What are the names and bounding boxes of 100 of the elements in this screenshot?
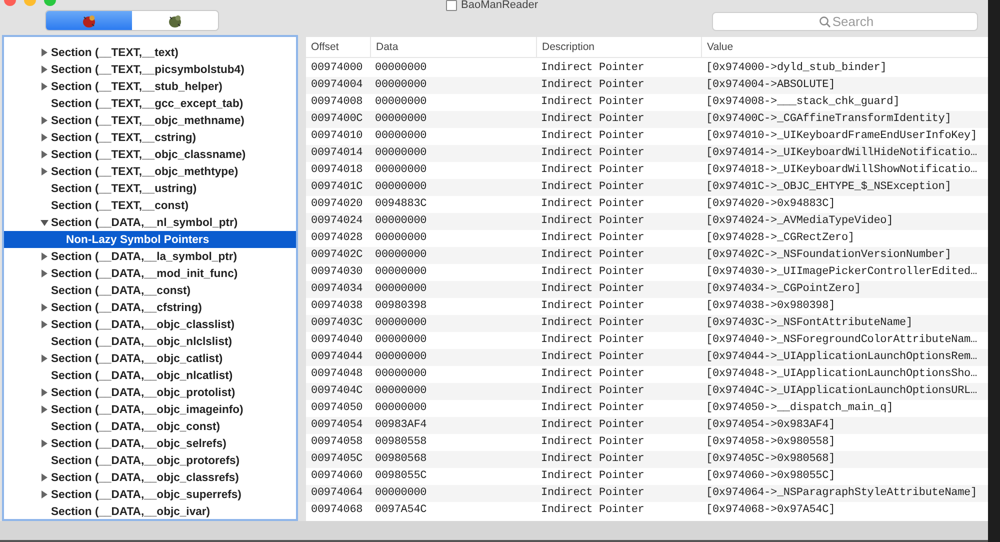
collapsed-triangle-icon[interactable] xyxy=(40,473,49,482)
table-cell-text: 00000000 xyxy=(374,61,428,76)
table-cell-text: 00980398 xyxy=(374,299,428,314)
table-cell-text: [0x974060->0x98055C] xyxy=(705,469,836,484)
tree-item[interactable]: Section (__TEXT,__text) xyxy=(51,46,178,58)
tree-item[interactable]: Section (__DATA,__objc_ivar) xyxy=(51,506,210,518)
tree-item[interactable]: Section (__TEXT,__stub_helper) xyxy=(51,80,222,92)
collapsed-triangle-icon[interactable] xyxy=(40,252,49,261)
tree-item[interactable]: Section (__DATA,__objc_protorefs) xyxy=(51,454,240,466)
table-cell-text: 00000000 xyxy=(374,265,428,280)
tree-item[interactable]: Section (__DATA,__mod_init_func) xyxy=(51,268,238,280)
collapsed-triangle-icon[interactable] xyxy=(40,303,49,312)
segment-tab[interactable] xyxy=(46,11,132,30)
tree-item[interactable]: Section (__DATA,__objc_classlist) xyxy=(51,318,235,330)
tree-item[interactable]: Section (__DATA,__objc_nlclslist) xyxy=(51,336,232,348)
collapsed-triangle-icon[interactable] xyxy=(40,167,49,176)
tree-item[interactable]: Section (__DATA,__objc_superrefs) xyxy=(51,488,242,500)
table-cell-text: [0x974018->_UIKeyboardWillShowNotificatio… xyxy=(705,163,978,178)
table-cell-text: 00974038 xyxy=(310,299,364,314)
table-cell: 0097402C xyxy=(306,247,370,264)
collapsed-triangle-icon[interactable] xyxy=(40,65,49,74)
column-header[interactable]: Description xyxy=(536,37,701,58)
collapsed-triangle-icon[interactable] xyxy=(40,82,49,91)
tree-item[interactable]: Section (__TEXT,__picsymbolstub4) xyxy=(51,64,244,76)
table-cell-text: 00974048 xyxy=(310,367,364,382)
collapsed-triangle-icon[interactable] xyxy=(40,150,49,159)
tree-item[interactable]: Section (__TEXT,__objc_methname) xyxy=(51,114,244,126)
tree-item[interactable]: Section (__DATA,__la_symbol_ptr) xyxy=(51,250,238,262)
table-cell-text: Indirect Pointer xyxy=(540,129,646,144)
table-cell: 00000000 xyxy=(370,247,536,264)
table-cell-text: Indirect Pointer xyxy=(540,265,646,280)
table-cell: 00974004 xyxy=(306,77,370,94)
table-cell-text: 00980558 xyxy=(374,435,428,450)
table-cell-text: [0x974040->_NSForegroundColorAttributeNam… xyxy=(705,333,978,348)
table-cell-text: 0098055C xyxy=(374,469,428,484)
column-header[interactable]: Value xyxy=(701,37,988,58)
table-cell-text: 00000000 xyxy=(374,231,428,246)
tree-item[interactable]: Section (__TEXT,__gcc_except_tab) xyxy=(51,98,244,110)
collapsed-triangle-icon[interactable] xyxy=(40,320,49,329)
tree-item[interactable]: Section (__TEXT,__objc_methtype) xyxy=(51,166,238,178)
collapsed-triangle-icon[interactable] xyxy=(40,116,49,125)
collapsed-triangle-icon[interactable] xyxy=(40,48,49,57)
table-cell-text: 00974068 xyxy=(310,503,364,518)
table-cell: Indirect Pointer xyxy=(536,145,701,162)
expanded-triangle-icon[interactable] xyxy=(40,218,49,227)
collapsed-triangle-icon[interactable] xyxy=(40,388,49,397)
table-cell-text: 00000000 xyxy=(374,333,428,348)
tree-item[interactable]: Section (__TEXT,__cstring) xyxy=(51,132,196,144)
column-header[interactable]: Data xyxy=(370,37,536,58)
table-cell-text: [0x974050->__dispatch_main_q] xyxy=(705,401,894,416)
table-cell: Indirect Pointer xyxy=(536,383,701,400)
table-cell-text: [0x974010->_UIKeyboardFrameEndUserInfoKey] xyxy=(705,129,978,144)
table-cell: 00000000 xyxy=(370,349,536,366)
tree-item[interactable]: Section (__DATA,__objc_classrefs) xyxy=(51,472,239,484)
table-cell-text: 00000000 xyxy=(374,401,428,416)
tree-item[interactable]: Section (__TEXT,__objc_classname) xyxy=(51,148,246,160)
table-cell-text: [0x974030->_UIImagePickerControllerEdited… xyxy=(705,265,978,280)
table-cell: Indirect Pointer xyxy=(536,247,701,264)
table-cell: 0097401C xyxy=(306,179,370,196)
segment-tab[interactable] xyxy=(132,11,218,30)
tree-item[interactable]: Section (__DATA,__objc_catlist) xyxy=(51,352,223,364)
collapsed-triangle-icon[interactable] xyxy=(40,354,49,363)
tree-item[interactable]: Section (__DATA,__objc_protolist) xyxy=(51,386,236,398)
table-cell: [0x97403C->_NSFontAttributeName] xyxy=(701,315,988,332)
table-cell-text: 00974050 xyxy=(310,401,364,416)
table-cell: [0x97400C->_CGAffineTransformIdentity] xyxy=(701,111,988,128)
table-cell-text: Indirect Pointer xyxy=(540,163,646,178)
tree-item[interactable]: Section (__TEXT,__ustring) xyxy=(51,182,197,194)
tree-item[interactable]: Section (__DATA,__const) xyxy=(51,284,191,296)
table-cell: 00974024 xyxy=(306,213,370,230)
table-cell: 00000000 xyxy=(370,383,536,400)
collapsed-triangle-icon[interactable] xyxy=(40,439,49,448)
collapsed-triangle-icon[interactable] xyxy=(40,133,49,142)
table-cell: 00974044 xyxy=(306,349,370,366)
tree-item[interactable]: Section (__DATA,__objc_selrefs) xyxy=(51,438,226,450)
column-header[interactable]: Offset xyxy=(306,37,370,58)
table-cell: 00983AF4 xyxy=(370,417,536,434)
tree-item[interactable]: Section (__DATA,__objc_nlcatlist) xyxy=(51,370,233,382)
table-cell: 00000000 xyxy=(370,179,536,196)
collapsed-triangle-icon[interactable] xyxy=(40,490,49,499)
table-cell-text: Indirect Pointer xyxy=(540,95,646,110)
table-cell-text: 00974030 xyxy=(310,265,364,280)
table-cell: 00000000 xyxy=(370,213,536,230)
table-cell: 00974064 xyxy=(306,485,370,502)
tree-item[interactable]: Section (__DATA,__nl_symbol_ptr) xyxy=(51,216,238,228)
table-cell-text: [0x974028->_CGRectZero] xyxy=(705,231,856,246)
table-cell: Indirect Pointer xyxy=(536,213,701,230)
collapsed-triangle-icon[interactable] xyxy=(40,269,49,278)
tree-item[interactable]: Section (__DATA,__objc_const) xyxy=(51,420,220,432)
table-cell-text: Indirect Pointer xyxy=(540,435,646,450)
tree-item[interactable]: Section (__DATA,__objc_imageinfo) xyxy=(51,404,244,416)
table-cell-text: [0x974058->0x980558] xyxy=(705,435,836,450)
table-cell-text: [0x974038->0x980398] xyxy=(705,299,836,314)
table-cell: 00000000 xyxy=(370,77,536,94)
tree-item[interactable]: Section (__DATA,__cfstring) xyxy=(51,302,202,314)
table-cell: [0x974004->ABSOLUTE] xyxy=(701,77,988,94)
search-field[interactable]: Search xyxy=(712,12,978,31)
tree-item[interactable]: Section (__TEXT,__const) xyxy=(51,200,188,212)
table-cell: 00000000 xyxy=(370,145,536,162)
collapsed-triangle-icon[interactable] xyxy=(40,405,49,414)
